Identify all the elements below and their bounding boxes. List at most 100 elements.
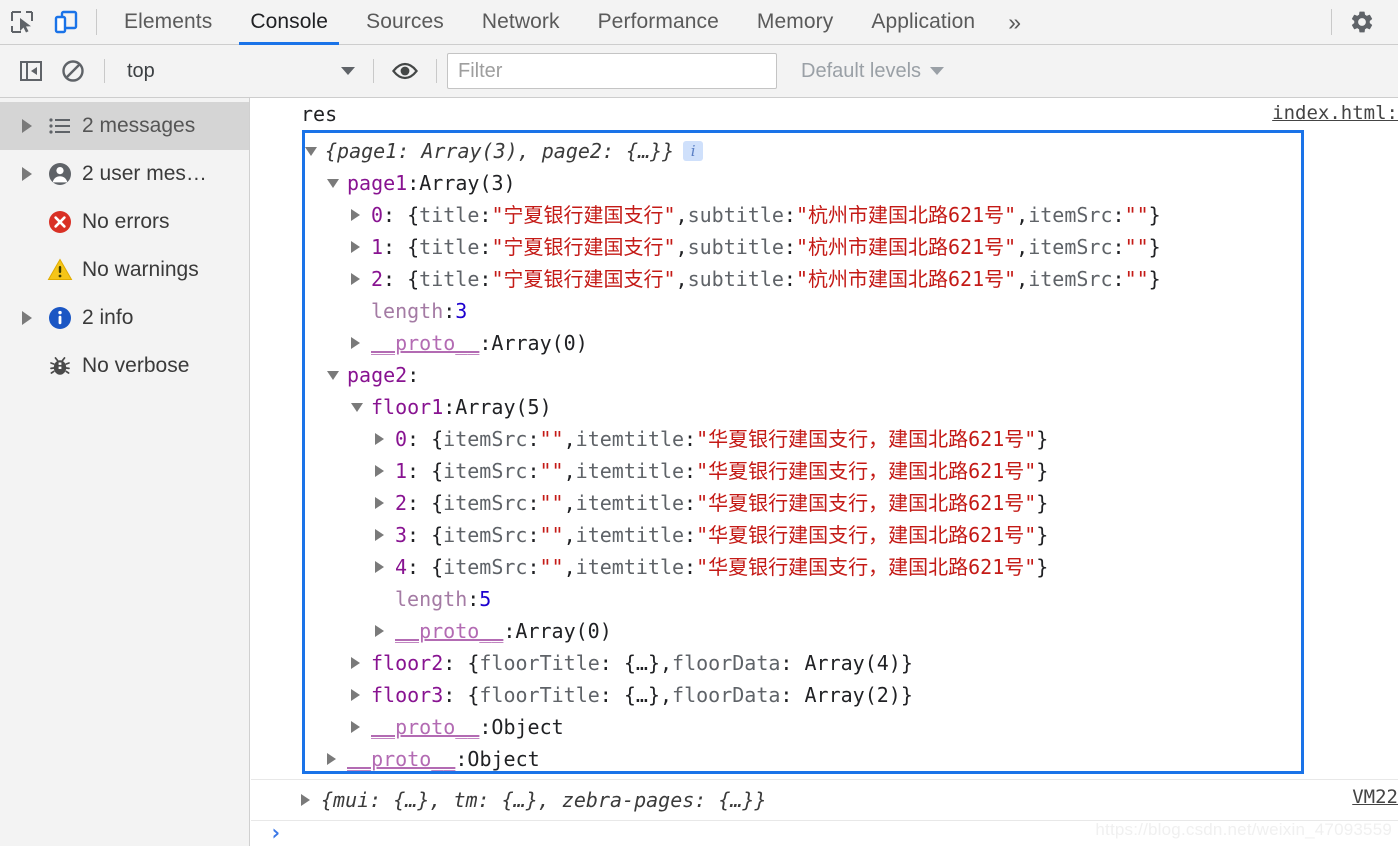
- live-expression-icon[interactable]: [384, 50, 426, 92]
- gear-icon[interactable]: [1340, 0, 1384, 44]
- tab-console-label: Console: [250, 10, 329, 33]
- inspect-element-icon[interactable]: [0, 0, 44, 44]
- object-tree-token: title: [419, 267, 480, 291]
- object-tree-token: itemSrc: [443, 555, 528, 579]
- object-tree-row[interactable]: {page1: Array(3), page2: {…}} i: [305, 135, 1301, 167]
- object-tree-token: itemSrc: [443, 523, 528, 547]
- object-tree-token: subtitle: [687, 203, 784, 227]
- object-tree-row[interactable]: 2: {title: "宁夏银行建国支行", subtitle: "杭州市建国北…: [305, 263, 1301, 295]
- console-prompt[interactable]: ›: [251, 822, 1398, 846]
- collapse-triangle-icon[interactable]: [305, 146, 325, 156]
- more-tabs-button[interactable]: »: [994, 0, 1035, 45]
- object-tree-row[interactable]: __proto__: Object: [305, 711, 1301, 743]
- object-tree-token: Array(5): [455, 395, 552, 419]
- object-tree-token: ,: [675, 235, 688, 259]
- collapse-triangle-icon[interactable]: [327, 178, 347, 188]
- expand-triangle-icon[interactable]: [351, 657, 371, 669]
- object-tree-row[interactable]: 1: {title: "宁夏银行建国支行", subtitle: "杭州市建国北…: [305, 231, 1301, 263]
- sidebar-item-errors[interactable]: No errors: [0, 198, 249, 246]
- object-tree-row[interactable]: floor3: {floorTitle: {…}, floorData: Arr…: [305, 679, 1301, 711]
- object-tree-token: __proto__: [395, 619, 504, 643]
- expand-triangle-icon[interactable]: [375, 433, 395, 445]
- tab-elements[interactable]: Elements: [105, 0, 231, 45]
- object-tree-row[interactable]: 0: {itemSrc: "", itemtitle: "华夏银行建国支行，建国…: [305, 423, 1301, 455]
- expand-triangle-icon[interactable]: [351, 721, 371, 733]
- expand-triangle-icon[interactable]: [375, 529, 395, 541]
- expand-triangle-icon[interactable]: [351, 209, 371, 221]
- filter-input[interactable]: [447, 53, 777, 89]
- object-tree-row[interactable]: floor2: {floorTitle: {…}, floorData: Arr…: [305, 647, 1301, 679]
- expand-triangle-icon[interactable]: [351, 241, 371, 253]
- expand-triangle-icon[interactable]: [375, 561, 395, 573]
- object-tree-row[interactable]: length: 3: [305, 295, 1301, 327]
- bug-icon: [40, 353, 80, 379]
- object-tree-token: "": [539, 491, 564, 515]
- tabbar-right-group: [1323, 0, 1398, 44]
- object-tree-token: :: [684, 555, 697, 579]
- expand-triangle-icon[interactable]: [327, 753, 347, 765]
- collapsed-object-line[interactable]: {mui: {…}, tm: {…}, zebra-pages: {…}}: [301, 780, 767, 820]
- object-tree-row[interactable]: 0: {title: "宁夏银行建国支行", subtitle: "杭州市建国北…: [305, 199, 1301, 231]
- object-tree-token: 5: [479, 587, 492, 611]
- expand-triangle-icon[interactable]: [301, 794, 321, 806]
- clear-console-icon[interactable]: [52, 50, 94, 92]
- tab-performance[interactable]: Performance: [579, 0, 738, 45]
- source-link-index-html[interactable]: index.html:: [1272, 102, 1398, 124]
- expand-triangle-icon[interactable]: [14, 311, 40, 325]
- sidebar-item-warnings[interactable]: No warnings: [0, 246, 249, 294]
- device-toolbar-icon[interactable]: [44, 0, 88, 44]
- expand-triangle-icon[interactable]: [375, 497, 395, 509]
- expand-triangle-icon[interactable]: [375, 625, 395, 637]
- object-tree-row[interactable]: floor1: Array(5): [305, 391, 1301, 423]
- object-tree-token: 1: [395, 459, 408, 483]
- expand-triangle-icon[interactable]: [351, 337, 371, 349]
- object-tree-row[interactable]: length: 5: [305, 583, 1301, 615]
- object-tree-token: itemSrc: [1028, 267, 1113, 291]
- object-tree-row[interactable]: __proto__: Array(0): [305, 615, 1301, 647]
- object-tree-row[interactable]: page2:: [305, 359, 1301, 391]
- tab-console[interactable]: Console: [231, 0, 347, 45]
- object-tree-token: }: [1148, 203, 1161, 227]
- tab-application[interactable]: Application: [852, 0, 994, 45]
- object-tree-token: :: [527, 491, 540, 515]
- object-tree-token: Object: [467, 747, 540, 771]
- collapse-triangle-icon[interactable]: [351, 402, 371, 412]
- object-tree-row[interactable]: 3: {itemSrc: "", itemtitle: "华夏银行建国支行，建国…: [305, 519, 1301, 551]
- tab-network[interactable]: Network: [463, 0, 579, 45]
- object-tree-token: "": [539, 555, 564, 579]
- info-badge-icon[interactable]: i: [683, 141, 704, 161]
- tab-memory[interactable]: Memory: [738, 0, 852, 45]
- object-tree-token: }: [1036, 459, 1049, 483]
- sidebar-item-user-messages[interactable]: 2 user mes…: [0, 150, 249, 198]
- tab-sources[interactable]: Sources: [347, 0, 463, 45]
- object-tree-row[interactable]: __proto__: Object: [305, 743, 1301, 771]
- object-tree-token: : {: [407, 427, 444, 451]
- console-message-collapsed-object[interactable]: {mui: {…}, tm: {…}, zebra-pages: {…}} VM…: [251, 779, 1398, 821]
- object-tree-token: "": [539, 523, 564, 547]
- object-tree-token: : {: [443, 651, 480, 675]
- info-icon: [40, 305, 80, 331]
- object-tree-row[interactable]: 4: {itemSrc: "", itemtitle: "华夏银行建国支行，建国…: [305, 551, 1301, 583]
- source-link-vm22[interactable]: VM22: [1352, 786, 1398, 808]
- expand-triangle-icon[interactable]: [14, 119, 40, 133]
- expand-triangle-icon[interactable]: [351, 273, 371, 285]
- expand-triangle-icon[interactable]: [14, 167, 40, 181]
- show-console-sidebar-icon[interactable]: [10, 50, 52, 92]
- object-tree-token: }: [1036, 427, 1049, 451]
- object-tree-row[interactable]: page1: Array(3): [305, 167, 1301, 199]
- object-tree-row[interactable]: 1: {itemSrc: "", itemtitle: "华夏银行建国支行，建国…: [305, 455, 1301, 487]
- object-tree-token: }: [1036, 491, 1049, 515]
- sidebar-item-info[interactable]: 2 info: [0, 294, 249, 342]
- expand-triangle-icon[interactable]: [351, 689, 371, 701]
- object-tree-row[interactable]: __proto__: Array(0): [305, 327, 1301, 359]
- sidebar-item-messages[interactable]: 2 messages: [0, 102, 249, 150]
- execution-context-selector[interactable]: top: [115, 54, 363, 88]
- object-tree-token: itemSrc: [443, 459, 528, 483]
- expanded-object-selection[interactable]: {page1: Array(3), page2: {…}} i page1: Arr…: [302, 130, 1304, 774]
- expand-triangle-icon[interactable]: [375, 465, 395, 477]
- log-levels-selector[interactable]: Default levels: [801, 60, 945, 83]
- object-tree-token: itemtitle: [575, 427, 685, 451]
- object-tree-row[interactable]: 2: {itemSrc: "", itemtitle: "华夏银行建国支行，建国…: [305, 487, 1301, 519]
- collapse-triangle-icon[interactable]: [327, 370, 347, 380]
- sidebar-item-verbose[interactable]: No verbose: [0, 342, 249, 390]
